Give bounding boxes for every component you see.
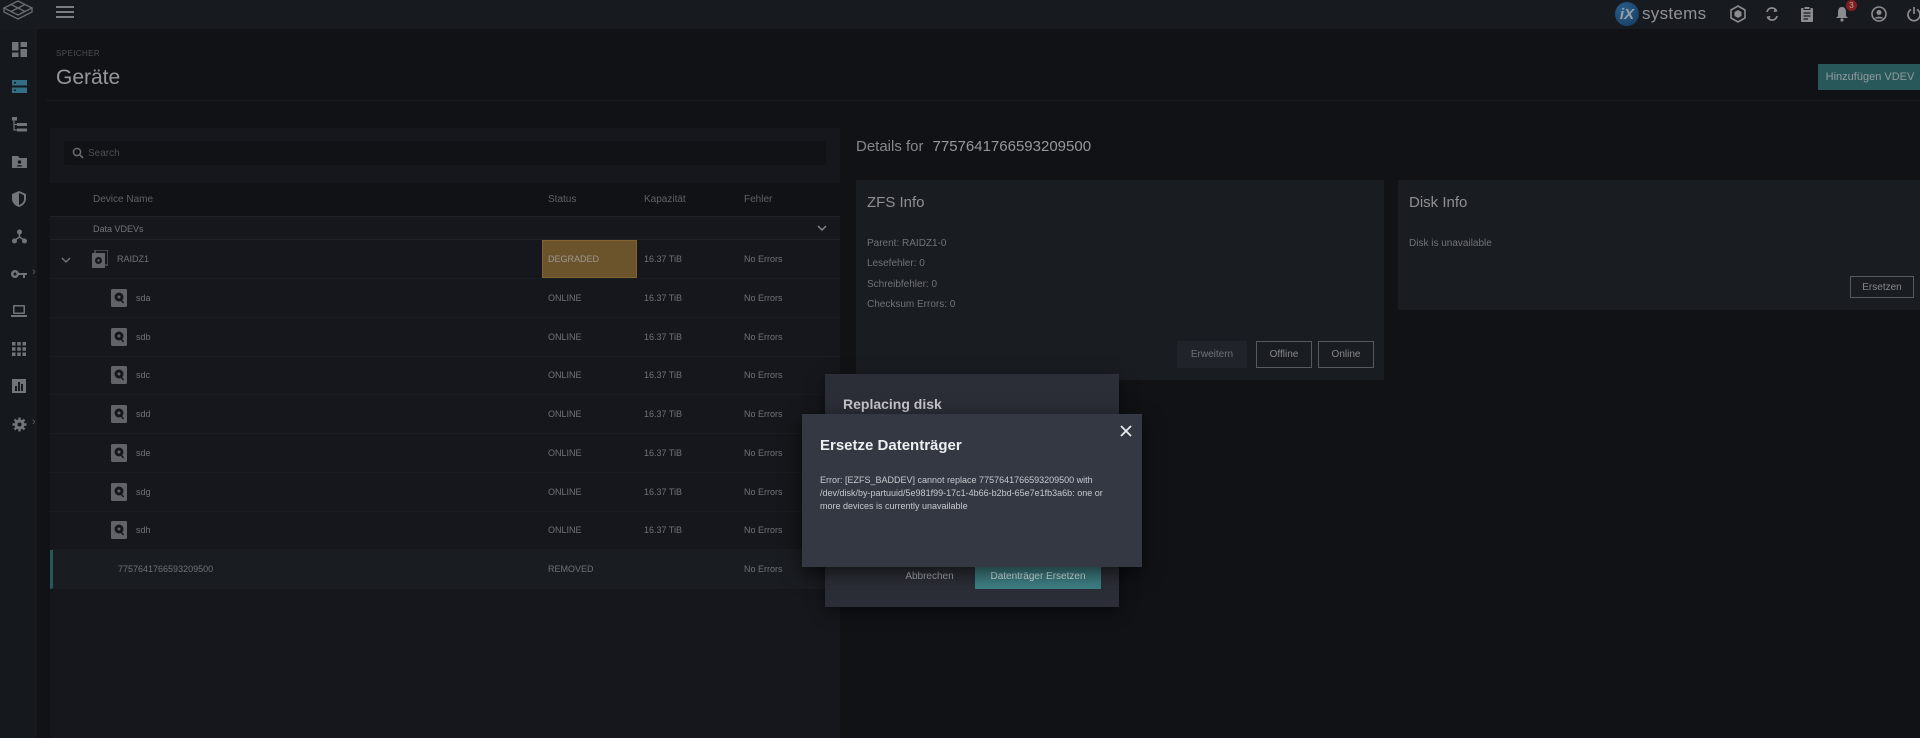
close-icon[interactable]	[1119, 424, 1133, 438]
dialog-title: Replacing disk	[843, 396, 942, 412]
dialog-title: Ersetze Datenträger	[820, 437, 962, 454]
modal-backdrop[interactable]	[0, 0, 1920, 738]
error-dialog: Ersetze Datenträger Error: [EZFS_BADDEV]…	[802, 414, 1142, 567]
error-message: Error: [EZFS_BADDEV] cannot replace 7757…	[820, 475, 1103, 511]
